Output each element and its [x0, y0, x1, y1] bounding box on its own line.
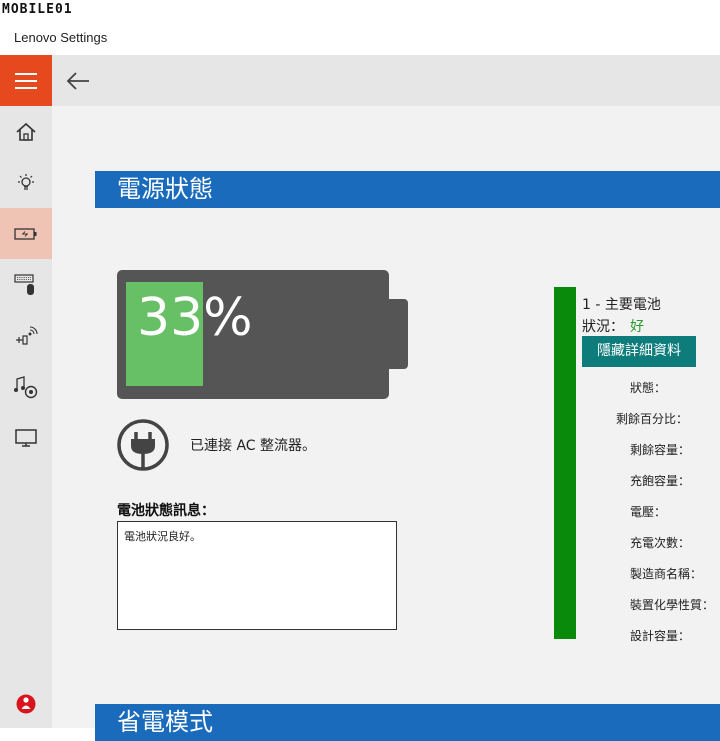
- ac-adapter-status: 已連接 AC 整流器。: [190, 438, 317, 454]
- battery-icon: [14, 227, 37, 240]
- audio-camera-icon: [14, 375, 38, 398]
- display-icon: [15, 428, 37, 447]
- battery-message-text: 電池狀況良好。: [124, 530, 201, 543]
- power-plug-icon: [117, 419, 169, 471]
- battery-condition: 狀況： 好: [582, 316, 644, 336]
- battery-terminal: [389, 299, 408, 369]
- help-icon: [16, 694, 36, 714]
- battery-status-indicator: [554, 287, 576, 639]
- keyboard-mouse-icon: [14, 273, 34, 295]
- main-content: 電源狀態 33% 已連接 AC 整流器。 電池狀態訊息： 電池狀況良好。 1 -…: [52, 106, 720, 741]
- detail-label-chemistry: 裝置化學性質：: [630, 598, 715, 612]
- detail-label-full-charge-capacity: 充飽容量：: [630, 474, 691, 488]
- detail-label-remaining-percent: 剩餘百分比：: [616, 412, 689, 426]
- hide-details-button[interactable]: 隱藏詳細資料: [582, 336, 696, 367]
- sidebar-item-network[interactable]: [0, 310, 52, 361]
- battery-condition-label: 狀況：: [582, 319, 624, 335]
- lightbulb-icon: [18, 173, 34, 190]
- back-arrow-icon[interactable]: [64, 68, 92, 94]
- sidebar-item-display[interactable]: [0, 412, 52, 463]
- sidebar-item-lighting[interactable]: [0, 157, 52, 208]
- sidebar: [0, 55, 52, 728]
- sidebar-item-input[interactable]: [0, 259, 52, 310]
- detail-label-cycle-count: 充電次數：: [630, 536, 691, 550]
- battery-condition-value: 好: [630, 319, 644, 335]
- detail-label-manufacturer: 製造商名稱：: [630, 567, 703, 581]
- hamburger-icon[interactable]: [0, 55, 52, 106]
- watermark-bar: MOBILE01: [0, 0, 720, 23]
- sidebar-item-audio-camera[interactable]: [0, 361, 52, 412]
- detail-label-remaining-capacity: 剩餘容量：: [630, 443, 691, 457]
- sidebar-item-home[interactable]: [0, 106, 52, 157]
- navigation-bar: [52, 55, 720, 106]
- window-title: Lenovo Settings: [14, 30, 108, 45]
- watermark-logo: MOBILE01: [2, 2, 73, 17]
- section-title-power-status: 電源狀態: [95, 171, 720, 208]
- detail-label-design-capacity: 設計容量：: [630, 629, 691, 643]
- window-titlebar: Lenovo Settings: [0, 22, 720, 55]
- home-icon: [16, 122, 36, 141]
- detail-label-status: 狀態：: [630, 381, 667, 395]
- battery-message-box: 電池狀況良好。: [117, 521, 397, 630]
- sidebar-item-power[interactable]: [0, 208, 52, 259]
- battery-name: 1 - 主要電池: [582, 297, 661, 313]
- sidebar-item-help[interactable]: [16, 693, 36, 719]
- detail-label-voltage: 電壓：: [630, 505, 667, 519]
- battery-percentage: 33%: [137, 288, 253, 348]
- network-icon: [16, 325, 38, 345]
- section-title-power-saving: 省電模式: [95, 704, 720, 741]
- battery-message-label: 電池狀態訊息：: [117, 503, 215, 519]
